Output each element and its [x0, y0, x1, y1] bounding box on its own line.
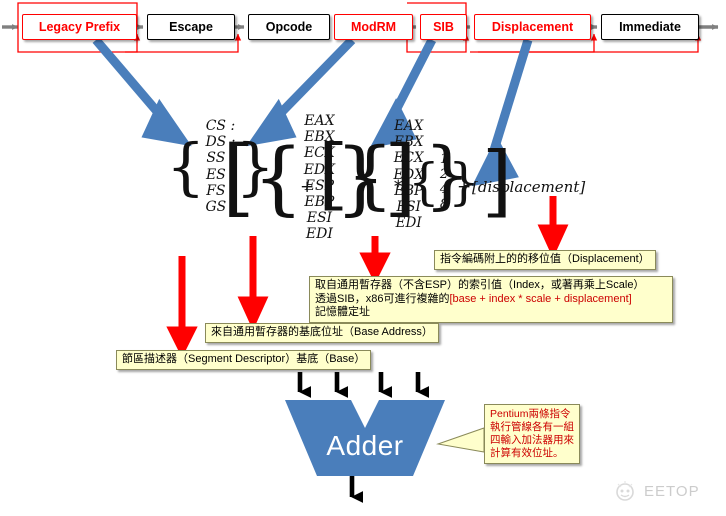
operator-plus-base-index: +	[300, 177, 315, 197]
format-box-modrm[interactable]: ModRM	[334, 14, 413, 40]
note-index-line3: 記憶體定址	[315, 306, 370, 318]
note-adder-line2: 執行管線各有一組	[490, 421, 574, 433]
watermark-text: EETOP	[644, 482, 700, 500]
bracket-open-base: [	[222, 128, 255, 227]
watermark: EETOP	[612, 478, 700, 504]
adder-input-arrows	[297, 372, 429, 398]
scale-factor-8: 8	[439, 196, 449, 212]
note-index-line2: 透過SIB，x86可進行複雜的[base + index * scale + d…	[315, 293, 667, 307]
note-index-line2-formula: [base + index * scale + displacement]	[449, 292, 632, 305]
diagram-canvas: Legacy Prefix Escape Opcode ModRM SIB Di…	[0, 0, 726, 516]
bracket-open-index: [	[318, 128, 349, 219]
operator-multiply: *	[394, 177, 403, 197]
displacement-term: [displacement]	[472, 178, 586, 196]
note-index: 取自通用暫存器（不含ESP）的索引值（Index，或著再乘上Scale） 透過S…	[309, 276, 673, 323]
format-box-sib[interactable]: SIB	[420, 14, 467, 40]
scale-factor-4: 4	[439, 181, 449, 197]
operator-plus-displacement: +	[457, 177, 472, 197]
index-register-eax: EAX	[394, 118, 424, 134]
note-adder-line3: 四輸入加法器用來	[490, 434, 574, 446]
format-box-escape[interactable]: Escape	[147, 14, 235, 40]
format-box-immediate[interactable]: Immediate	[601, 14, 699, 40]
adder-shape	[285, 400, 445, 476]
note-segment-descriptor: 節區描述器（Segment Descriptor）基底（Base）	[116, 350, 372, 370]
scale-factor-1: 1	[439, 151, 449, 167]
note-adder-callout: Pentium兩條指令 執行管線各有一組 四輸入加法器用來 計算有效位址。	[484, 404, 580, 464]
scale-factor-list: 1 2 4 8	[440, 152, 448, 212]
eetop-logo-icon	[616, 481, 634, 501]
note-index-line1: 取自通用暫存器（不含ESP）的索引值（Index，或著再乘上Scale）	[315, 279, 645, 291]
scale-factor-2: 2	[439, 166, 449, 182]
note-displacement: 指令編碼附上的的移位值（Displacement）	[434, 250, 656, 270]
format-box-opcode[interactable]: Opcode	[248, 14, 330, 40]
format-box-legacy-prefix[interactable]: Legacy Prefix	[22, 14, 137, 40]
note-adder-line1: Pentium兩條指令	[490, 408, 571, 420]
note-index-line2-prefix: 透過SIB，x86可進行複雜的	[315, 292, 450, 305]
brace-open-index: {	[346, 131, 394, 218]
brace-open-base: {	[252, 131, 304, 225]
brace-open-segment: {	[166, 130, 206, 204]
brace-open-scale: {	[408, 152, 440, 211]
format-box-displacement[interactable]: Displacement	[474, 14, 591, 40]
note-adder-line4: 計算有效位址。	[490, 447, 564, 459]
note-base-address: 來自通用暫存器的基底位址（Base Address）	[205, 323, 439, 343]
